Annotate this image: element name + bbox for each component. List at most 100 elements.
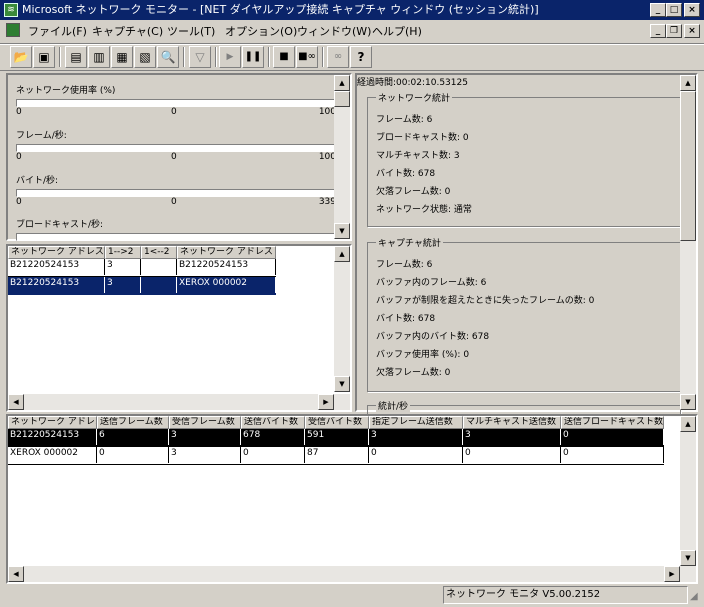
stop-icon[interactable]: ■ (273, 46, 295, 68)
gauge-label: ネットワーク使用率 (%) (16, 86, 116, 96)
scroll-down-icon[interactable]: ▼ (680, 394, 696, 410)
station-header[interactable]: ネットワーク アドレス (8, 416, 97, 429)
gauge-min: 0 (16, 107, 22, 117)
station-header[interactable]: マルチキャスト送信数 (463, 416, 561, 429)
stat-item: ネットワーク状態: 通常 (376, 205, 472, 215)
scroll-thumb[interactable] (334, 91, 350, 107)
station-cell: 87 (305, 447, 369, 463)
resize-grip-icon[interactable]: ◢ (690, 590, 702, 604)
child-minimize-button[interactable]: _ (650, 24, 666, 38)
capture-stats-group: キャプチャ統計 フレーム数: 6 バッファ内のフレーム数: 6 バッファが制限を… (367, 236, 681, 392)
station-v-scrollbar[interactable]: ▲ ▼ (680, 416, 696, 566)
session-header-addr2[interactable]: ネットワーク アドレス 2 (177, 246, 276, 259)
station-header[interactable]: 送信バイト数 (241, 416, 305, 429)
persec-stats-title: 統計/秒 (376, 399, 411, 412)
stat-item: ブロードキャスト数: 0 (376, 133, 469, 143)
station-header[interactable]: 指定フレーム送信数 (369, 416, 463, 429)
table-row-selected[interactable]: B21220524153 6 3 678 591 3 3 0 (8, 429, 664, 447)
scroll-up-icon[interactable]: ▲ (334, 246, 350, 262)
pane2-icon[interactable]: ▥ (88, 46, 110, 68)
gauge-mid: 0 (171, 107, 177, 117)
filter-icon[interactable]: ▽ (189, 46, 211, 68)
scroll-thumb[interactable] (680, 91, 696, 241)
stat-item: フレーム数: 6 (376, 260, 433, 270)
scroll-right-icon[interactable]: ▶ (318, 394, 334, 410)
pane1-icon[interactable]: ▤ (65, 46, 87, 68)
menu-window[interactable]: ウィンドウ(W) (297, 23, 371, 39)
session-cell (141, 277, 177, 293)
save-icon[interactable]: ▣ (33, 46, 55, 68)
scroll-down-icon[interactable]: ▼ (334, 376, 350, 392)
view-icon[interactable]: ∞ (327, 46, 349, 68)
station-cell: 0 (463, 447, 561, 463)
stat-item: バッファ内のバイト数: 678 (376, 332, 490, 342)
station-header[interactable]: 受信バイト数 (305, 416, 369, 429)
stats-scrollbar[interactable]: ▲ ▼ (680, 75, 696, 410)
gauge-bar (16, 99, 336, 107)
menu-file[interactable]: ファイル(F) (28, 23, 87, 39)
scroll-up-icon[interactable]: ▲ (680, 75, 696, 91)
child-close-button[interactable]: × (684, 24, 700, 38)
gauge-frames-per-sec: フレーム/秒: 0 0 100 (16, 128, 336, 163)
graph-pane: ネットワーク使用率 (%) 0 0 100 フレーム/秒: 0 0 100 バイ… (6, 73, 352, 241)
menu-capture[interactable]: キャプチャ(C) (92, 23, 163, 39)
stop-view-icon[interactable]: ■∞ (296, 46, 318, 68)
session-cell: 3 (105, 259, 141, 275)
scroll-left-icon[interactable]: ◀ (8, 394, 24, 410)
station-header[interactable]: 送信ブロードキャスト数 (561, 416, 664, 429)
elapsed-time: 経過時間:00:02:10.53125 (357, 78, 468, 88)
session-header-addr1[interactable]: ネットワーク アドレス 1 (8, 246, 105, 259)
menu-options[interactable]: オプション(O) (225, 23, 297, 39)
station-cell: 0 (561, 447, 664, 463)
stat-item: 欠落フレーム数: 0 (376, 368, 451, 378)
close-button[interactable]: × (684, 3, 700, 17)
session-header-sent[interactable]: 1-->2 (105, 246, 141, 259)
scroll-up-icon[interactable]: ▲ (334, 75, 350, 91)
gauge-network-usage: ネットワーク使用率 (%) 0 0 100 (16, 83, 336, 118)
session-h-scrollbar[interactable]: ◀ ▶ (8, 394, 350, 410)
open-icon[interactable]: 📂 (10, 46, 32, 68)
maximize-button[interactable]: □ (666, 3, 682, 17)
gauge-mid: 0 (171, 197, 177, 207)
table-row-selected[interactable]: B21220524153 3 XEROX 000002 (8, 277, 276, 295)
child-restore-button[interactable]: ❐ (666, 24, 682, 38)
menu-tools[interactable]: ツール(T) (167, 23, 215, 39)
stat-item: マルチキャスト数: 3 (376, 151, 460, 161)
graph-scrollbar[interactable]: ▲ ▼ (334, 75, 350, 239)
stat-item: バッファ使用率 (%): 0 (376, 350, 470, 360)
minimize-button[interactable]: _ (650, 3, 666, 17)
help-icon[interactable]: ? (350, 46, 372, 68)
station-header[interactable]: 受信フレーム数 (169, 416, 241, 429)
scroll-up-icon[interactable]: ▲ (680, 416, 696, 432)
pane4-icon[interactable]: ▧ (134, 46, 156, 68)
gauge-bytes-per-sec: バイト/秒: 0 0 339 (16, 173, 336, 208)
stat-item: バッファが制限を超えたときに失ったフレームの数: 0 (376, 296, 595, 306)
app-icon[interactable]: ≋ (4, 3, 18, 17)
session-v-scrollbar[interactable]: ▲ ▼ (334, 246, 350, 392)
session-header-recv[interactable]: 1<--2 (141, 246, 177, 259)
table-row[interactable]: XEROX 000002 0 3 0 87 0 0 0 (8, 447, 664, 465)
gauge-bar (16, 144, 336, 152)
session-pane: ネットワーク アドレス 1 1-->2 1<--2 ネットワーク アドレス 2 … (6, 244, 352, 412)
session-cell: B21220524153 (8, 259, 105, 275)
pause-icon[interactable]: ❚❚ (242, 46, 264, 68)
session-cell: XEROX 000002 (177, 277, 276, 293)
menu-help[interactable]: ヘルプ(H) (372, 23, 422, 39)
gauge-label: フレーム/秒: (16, 131, 67, 141)
find-icon[interactable]: 🔍 (157, 46, 179, 68)
station-cell: 0 (561, 429, 664, 445)
station-cell: 0 (369, 447, 463, 463)
start-icon[interactable]: ▶ (219, 46, 241, 68)
scroll-right-icon[interactable]: ▶ (664, 566, 680, 582)
table-row[interactable]: B21220524153 3 B21220524153 (8, 259, 276, 277)
station-pane: ネットワーク アドレス 送信フレーム数 受信フレーム数 送信バイト数 受信バイト… (6, 414, 698, 584)
pane3-icon[interactable]: ▦ (111, 46, 133, 68)
scroll-down-icon[interactable]: ▼ (334, 223, 350, 239)
scroll-left-icon[interactable]: ◀ (8, 566, 24, 582)
station-cell: XEROX 000002 (8, 447, 97, 463)
scroll-down-icon[interactable]: ▼ (680, 550, 696, 566)
capture-stats-title: キャプチャ統計 (376, 236, 443, 249)
station-h-scrollbar[interactable]: ◀ ▶ (8, 566, 696, 582)
document-icon[interactable] (6, 23, 20, 37)
station-header[interactable]: 送信フレーム数 (97, 416, 169, 429)
